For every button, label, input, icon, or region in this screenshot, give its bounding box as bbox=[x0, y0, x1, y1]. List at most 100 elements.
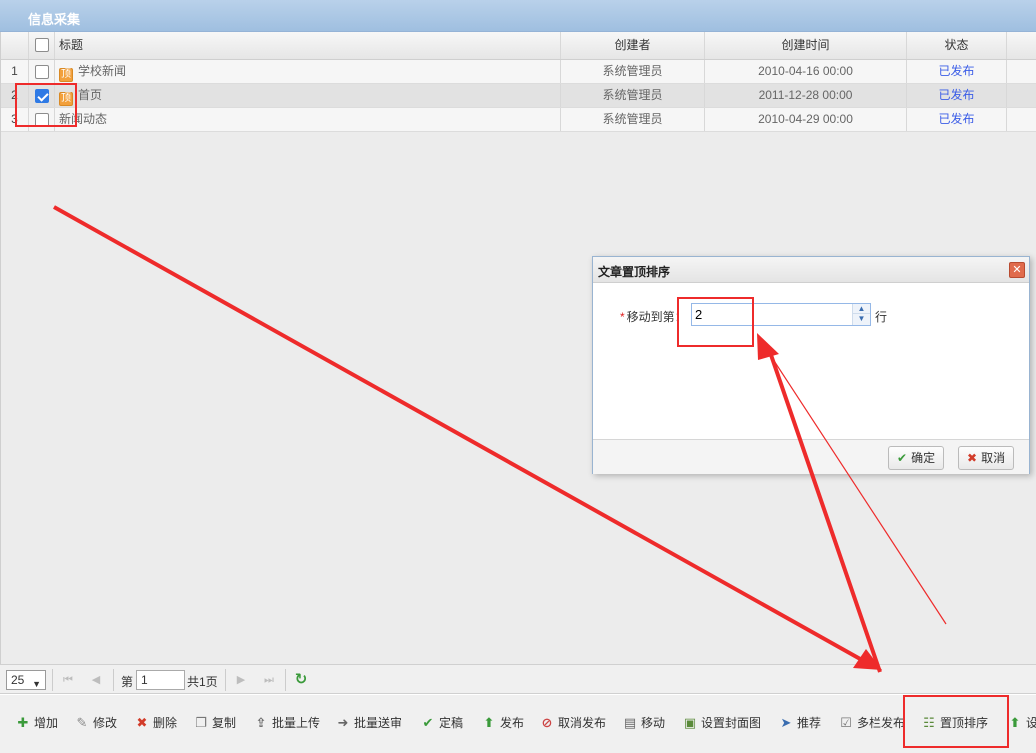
prev-page-icon[interactable]: ◀ bbox=[88, 672, 104, 688]
pinned-top-icon: 顶 bbox=[59, 92, 73, 106]
pencil-icon: ✎ bbox=[76, 715, 88, 730]
button-label: 取消发布 bbox=[558, 716, 607, 730]
cancel-button[interactable]: ✖ 取消 bbox=[958, 446, 1015, 470]
button-label: 取消 bbox=[981, 451, 1006, 465]
button-label: 复制 bbox=[212, 716, 237, 730]
move-icon: ▤ bbox=[623, 715, 637, 730]
unpublish-button[interactable]: ⊘ 取消发布 bbox=[540, 713, 606, 733]
button-label: 发布 bbox=[500, 716, 525, 730]
creator-cell: 系统管理员 bbox=[561, 84, 705, 107]
batch-upload-button[interactable]: ⇪ 批量上传 bbox=[254, 713, 320, 733]
recommend-icon: ➤ bbox=[780, 715, 792, 730]
pinned-top-icon: 顶 bbox=[59, 68, 73, 82]
page-label: 第 bbox=[121, 675, 134, 689]
created-time-cell: 2010-04-29 00:00 bbox=[705, 108, 907, 131]
status-link[interactable]: 已发布 bbox=[907, 108, 1007, 131]
button-label: 定稿 bbox=[439, 716, 464, 730]
field-label: 移动到第： bbox=[626, 310, 687, 324]
set-cover-image-button[interactable]: ▣ 设置封面图 bbox=[683, 713, 761, 733]
column-header-created-time[interactable]: 创建时间 bbox=[705, 32, 907, 59]
spin-down-icon[interactable]: ▼ bbox=[853, 314, 870, 324]
row-number-value: 2 bbox=[695, 307, 703, 322]
select-all-checkbox[interactable] bbox=[35, 38, 49, 52]
first-page-icon[interactable]: ⏮ bbox=[60, 672, 76, 688]
multi-column-icon: ☑ bbox=[840, 715, 852, 730]
total-pages-label: 共1页 bbox=[187, 675, 218, 689]
row-checkbox[interactable] bbox=[35, 65, 49, 79]
select-all-cell bbox=[29, 32, 55, 59]
row-number: 2 bbox=[1, 84, 29, 107]
title-text: 学校新闻 bbox=[78, 64, 127, 78]
refresh-icon[interactable]: ↻ bbox=[292, 671, 310, 689]
button-label: 多栏发布 bbox=[857, 716, 906, 730]
page-number-input[interactable]: 1 bbox=[136, 670, 185, 690]
check-icon: ✔ bbox=[897, 451, 908, 465]
chevron-down-icon: ▼ bbox=[32, 679, 41, 689]
next-page-icon[interactable]: ▶ bbox=[233, 672, 249, 688]
button-label: 删除 bbox=[153, 716, 178, 730]
page-size-select[interactable]: 25 ▼ bbox=[6, 670, 46, 690]
pagination-bar: 25 ▼ ⏮ ◀ 第 1 共1页 ▶ ⏭ ↻ bbox=[0, 664, 1036, 694]
last-page-icon[interactable]: ⏭ bbox=[261, 672, 277, 688]
button-label: 移动 bbox=[641, 716, 666, 730]
batch-review-button[interactable]: ➜ 批量送审 bbox=[336, 713, 402, 733]
row-checkbox[interactable] bbox=[35, 113, 49, 127]
extra-cell bbox=[1007, 60, 1036, 83]
pager-divider bbox=[113, 669, 114, 691]
cover-image-icon: ▣ bbox=[683, 715, 697, 730]
row-number-spinner[interactable]: 2 ▲ ▼ bbox=[691, 303, 871, 326]
multi-column-publish-button[interactable]: ☑ 多栏发布 bbox=[839, 713, 905, 733]
pager-divider bbox=[225, 669, 226, 691]
status-link[interactable]: 已发布 bbox=[907, 60, 1007, 83]
move-button[interactable]: ▤ 移动 bbox=[623, 713, 665, 733]
row-number: 1 bbox=[1, 60, 29, 83]
spin-up-icon[interactable]: ▲ bbox=[853, 304, 870, 314]
pin-sort-button[interactable]: ☷ 置顶排序 bbox=[922, 713, 988, 733]
action-toolbar: ✚ 增加 ✎ 修改 ✖ 删除 ❐ 复制 ⇪ 批量上传 ➜ 批量送审 ✔ 定稿 ⬆ 发布 ⊘ 取消发… bbox=[0, 695, 1036, 753]
send-review-icon: ➜ bbox=[337, 715, 349, 730]
column-header-creator[interactable]: 创建者 bbox=[561, 32, 705, 59]
title-text: 首页 bbox=[78, 88, 103, 102]
row-select-cell bbox=[29, 108, 55, 131]
settings-button[interactable]: ⬆ 设 bbox=[1008, 713, 1036, 733]
title-cell[interactable]: 新闻动态 bbox=[55, 108, 561, 131]
delete-button[interactable]: ✖ 删除 bbox=[135, 713, 177, 733]
button-label: 推荐 bbox=[797, 716, 822, 730]
close-icon[interactable]: ✕ bbox=[1009, 262, 1025, 278]
unit-label: 行 bbox=[875, 310, 888, 324]
table-row[interactable]: 3 新闻动态 系统管理员 2010-04-29 00:00 已发布 bbox=[1, 108, 1036, 132]
extra-cell bbox=[1007, 108, 1036, 131]
publish-button[interactable]: ⬆ 发布 bbox=[482, 713, 524, 733]
move-to-row-label: * 移动到第： bbox=[620, 308, 687, 325]
panel-header: 信息采集 bbox=[0, 0, 1036, 32]
button-label: 批量送审 bbox=[354, 716, 403, 730]
plus-icon: ✚ bbox=[17, 715, 29, 730]
row-checkbox[interactable] bbox=[35, 89, 49, 103]
confirm-button[interactable]: ✔ 确定 bbox=[888, 446, 945, 470]
column-header-title[interactable]: 标题 bbox=[55, 32, 561, 59]
check-icon: ✔ bbox=[422, 715, 434, 730]
button-label: 增加 bbox=[34, 716, 59, 730]
page-size-value: 25 bbox=[11, 673, 25, 687]
cancel-x-icon: ✖ bbox=[967, 451, 978, 465]
button-label: 批量上传 bbox=[272, 716, 321, 730]
table-row[interactable]: 1 顶学校新闻 系统管理员 2010-04-16 00:00 已发布 bbox=[1, 60, 1036, 84]
extra-cell bbox=[1007, 84, 1036, 107]
title-text: 新闻动态 bbox=[59, 112, 108, 126]
finalize-button[interactable]: ✔ 定稿 bbox=[421, 713, 463, 733]
button-label: 修改 bbox=[93, 716, 118, 730]
title-cell[interactable]: 顶学校新闻 bbox=[55, 60, 561, 83]
copy-button[interactable]: ❐ 复制 bbox=[194, 713, 236, 733]
status-link[interactable]: 已发布 bbox=[907, 84, 1007, 107]
title-cell[interactable]: 顶首页 bbox=[55, 84, 561, 107]
created-time-cell: 2011-12-28 00:00 bbox=[705, 84, 907, 107]
table-row[interactable]: 2 顶首页 系统管理员 2011-12-28 00:00 已发布 bbox=[1, 84, 1036, 108]
pin-sort-icon: ☷ bbox=[923, 715, 935, 730]
unpublish-icon: ⊘ bbox=[541, 715, 553, 730]
column-header-status[interactable]: 状态 bbox=[907, 32, 1007, 59]
recommend-button[interactable]: ➤ 推荐 bbox=[779, 713, 821, 733]
edit-button[interactable]: ✎ 修改 bbox=[75, 713, 117, 733]
copy-icon: ❐ bbox=[195, 715, 207, 730]
dialog-footer: ✔ 确定 ✖ 取消 bbox=[593, 439, 1029, 474]
add-button[interactable]: ✚ 增加 bbox=[16, 713, 58, 733]
